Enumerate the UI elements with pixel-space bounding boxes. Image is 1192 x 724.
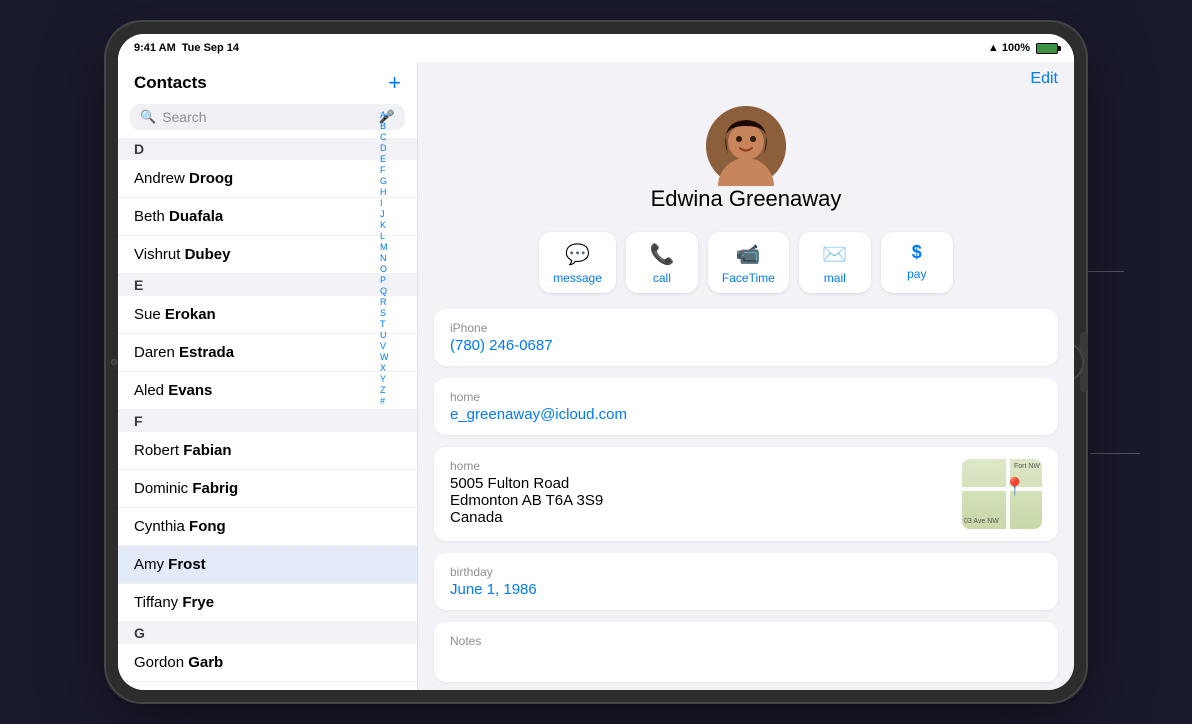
address-line3: Canada: [450, 509, 952, 526]
address-line1: 5005 Fulton Road: [450, 475, 952, 492]
sidebar-header: Contacts +: [118, 62, 417, 100]
facetime-button-label: FaceTime: [722, 271, 775, 285]
birthday-label: birthday: [450, 565, 1042, 579]
contact-item-sue-erokan[interactable]: Sue Erokan: [118, 296, 417, 334]
contact-item-tiffany-frye[interactable]: Tiffany Frye: [118, 584, 417, 622]
status-right: ▲ 100%: [988, 42, 1058, 54]
search-icon: 🔍: [140, 109, 156, 125]
pay-action-button[interactable]: $ pay: [881, 232, 953, 293]
search-bar[interactable]: 🔍 Search 🎤: [130, 104, 405, 130]
battery-icon: [1036, 43, 1058, 54]
contact-item-daren-estrada[interactable]: Daren Estrada: [118, 334, 417, 372]
scene: Send a message. Make a FaceTime call. Op…: [0, 0, 1192, 724]
detail-header: Edit: [418, 62, 1074, 96]
email-card: home e_greenaway@icloud.com: [434, 378, 1058, 435]
map-label2: Fort NW: [1014, 463, 1040, 470]
notes-card: Notes: [434, 622, 1058, 682]
contact-item-janelle-gee[interactable]: Janelle Gee: [118, 682, 417, 690]
detail-pane: Edit: [418, 62, 1074, 690]
status-date: Tue Sep 14: [182, 42, 239, 54]
sidebar-title: Contacts: [134, 73, 207, 93]
map-background: 📍 03 Ave NW Fort NW: [962, 459, 1042, 529]
contact-item-robert-fabian[interactable]: Robert Fabian: [118, 432, 417, 470]
contacts-list: D Andrew Droog Beth Duafala Vishrut Dube…: [118, 138, 417, 690]
contact-item-cynthia-fong[interactable]: Cynthia Fong: [118, 508, 417, 546]
map-pin: 📍: [1004, 477, 1026, 498]
call-button-label: call: [653, 271, 671, 285]
message-icon: 💬: [565, 242, 590, 267]
phone-value[interactable]: (780) 246-0687: [450, 337, 1042, 354]
address-content: home 5005 Fulton Road Edmonton AB T6A 3S…: [450, 459, 1042, 529]
camera: [111, 359, 117, 365]
action-buttons: 💬 message 📞 call 📹 FaceTime ✉️: [418, 232, 1074, 309]
message-action-button[interactable]: 💬 message: [539, 232, 616, 293]
notes-label: Notes: [450, 634, 1042, 648]
ipad-screen: 9:41 AM Tue Sep 14 ▲ 100%: [118, 34, 1074, 690]
ipad-frame: 9:41 AM Tue Sep 14 ▲ 100%: [106, 22, 1086, 702]
contact-item-amy-frost[interactable]: Amy Frost: [118, 546, 417, 584]
facetime-action-button[interactable]: 📹 FaceTime: [708, 232, 789, 293]
mail-button-label: mail: [824, 271, 846, 285]
address-label: home: [450, 459, 952, 473]
mail-action-button[interactable]: ✉️ mail: [799, 232, 871, 293]
main-content: Contacts + 🔍 Search 🎤 D Andrew Droog Bet…: [118, 62, 1074, 690]
email-value[interactable]: e_greenaway@icloud.com: [450, 406, 1042, 423]
avatar: [706, 106, 786, 186]
facetime-icon: 📹: [736, 242, 761, 267]
phone-card: iPhone (780) 246-0687: [434, 309, 1058, 366]
wifi-icon: ▲ 100%: [988, 42, 1030, 54]
status-time: 9:41 AM: [134, 42, 176, 54]
add-contact-button[interactable]: +: [388, 72, 401, 94]
alpha-index[interactable]: ABCDE FGHIJ KLMNO PQRST UVWXY Z#: [380, 110, 389, 406]
section-header-g: G: [118, 622, 417, 644]
section-header-f: F: [118, 410, 417, 432]
pay-icon: $: [912, 242, 922, 263]
callout-maps-line: [1090, 453, 1140, 454]
contact-item-andrew-droog[interactable]: Andrew Droog: [118, 160, 417, 198]
address-text: home 5005 Fulton Road Edmonton AB T6A 3S…: [450, 459, 952, 526]
birthday-card: birthday June 1, 1986: [434, 553, 1058, 610]
call-action-button[interactable]: 📞 call: [626, 232, 698, 293]
map-thumbnail[interactable]: 📍 03 Ave NW Fort NW: [962, 459, 1042, 529]
section-header-d: D: [118, 138, 417, 160]
sidebar: Contacts + 🔍 Search 🎤 D Andrew Droog Bet…: [118, 62, 418, 690]
birthday-value: June 1, 1986: [450, 581, 1042, 598]
contact-item-aled-evans[interactable]: Aled Evans: [118, 372, 417, 410]
contact-item-dominic-fabrig[interactable]: Dominic Fabrig: [118, 470, 417, 508]
mail-icon: ✉️: [822, 242, 847, 267]
contact-item-beth-duafala[interactable]: Beth Duafala: [118, 198, 417, 236]
edit-button[interactable]: Edit: [1030, 70, 1058, 88]
contact-item-vishrut-dubey[interactable]: Vishrut Dubey: [118, 236, 417, 274]
call-icon: 📞: [649, 242, 674, 267]
contact-item-gordon-garb[interactable]: Gordon Garb: [118, 644, 417, 682]
contact-profile: Edwina Greenaway: [418, 96, 1074, 232]
search-input[interactable]: Search: [162, 109, 373, 125]
map-road-horizontal: [962, 487, 1042, 491]
section-header-e: E: [118, 274, 417, 296]
contact-name: Edwina Greenaway: [651, 186, 842, 212]
address-line2: Edmonton AB T6A 3S9: [450, 492, 952, 509]
address-card: home 5005 Fulton Road Edmonton AB T6A 3S…: [434, 447, 1058, 541]
pay-button-label: pay: [907, 267, 926, 281]
map-label: 03 Ave NW: [964, 518, 999, 525]
status-bar: 9:41 AM Tue Sep 14 ▲ 100%: [118, 34, 1074, 62]
info-cards: iPhone (780) 246-0687 home e_greenaway@i…: [418, 309, 1074, 682]
phone-label: iPhone: [450, 321, 1042, 335]
message-button-label: message: [553, 271, 602, 285]
status-left: 9:41 AM Tue Sep 14: [134, 42, 239, 54]
email-label: home: [450, 390, 1042, 404]
